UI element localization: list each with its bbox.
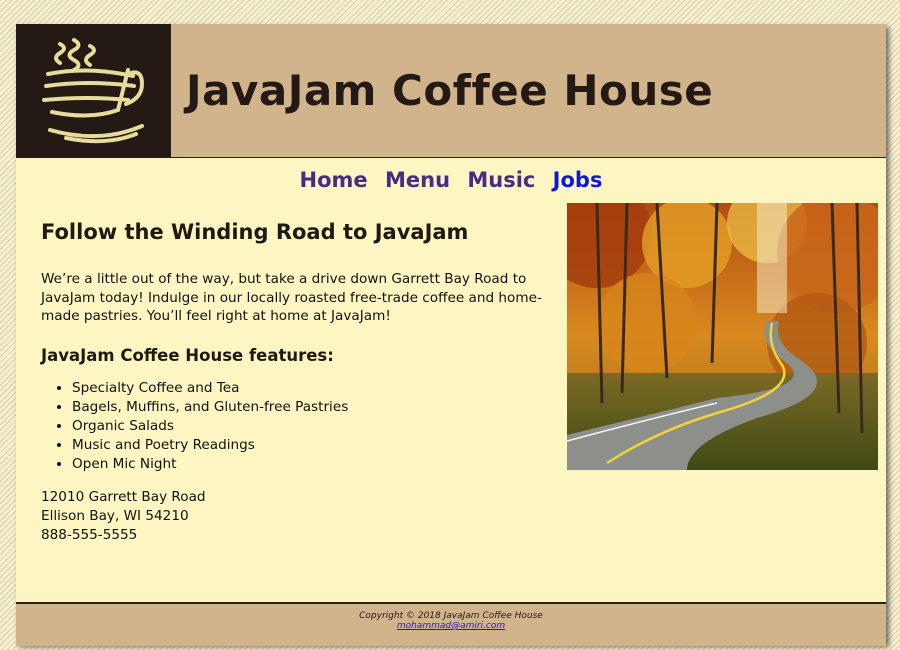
main-content: Follow the Winding Road to JavaJam We’re… bbox=[41, 220, 561, 545]
list-item: Music and Poetry Readings bbox=[72, 436, 561, 455]
list-item: Open Mic Night bbox=[72, 455, 561, 474]
intro-paragraph: We’re a little out of the way, but take … bbox=[41, 271, 542, 325]
page-heading: Follow the Winding Road to JavaJam bbox=[41, 220, 469, 244]
address-street: 12010 Garrett Bay Road bbox=[41, 488, 206, 505]
email-link[interactable]: mohammad@amiri.com bbox=[397, 621, 505, 631]
phone-number: 888-555-5555 bbox=[41, 526, 138, 543]
list-item: Bagels, Muffins, and Gluten-free Pastrie… bbox=[72, 398, 561, 417]
page-wrapper: JavaJam Coffee House Home Menu Music Job… bbox=[16, 24, 886, 646]
coffee-cup-icon bbox=[42, 38, 145, 144]
nav-jobs-link[interactable]: Jobs bbox=[553, 168, 603, 192]
address-block: 12010 Garrett Bay Road Ellison Bay, WI 5… bbox=[41, 488, 561, 545]
site-header: JavaJam Coffee House bbox=[16, 24, 886, 158]
address-city: Ellison Bay, WI 54210 bbox=[41, 507, 189, 524]
features-list: Specialty Coffee and Tea Bagels, Muffins… bbox=[41, 379, 561, 474]
site-footer: Copyright © 2018 JavaJam Coffee House mo… bbox=[16, 602, 886, 646]
nav-home-link[interactable]: Home bbox=[300, 168, 368, 192]
nav-menu-link[interactable]: Menu bbox=[385, 168, 450, 192]
list-item: Specialty Coffee and Tea bbox=[72, 379, 561, 398]
features-heading: JavaJam Coffee House features: bbox=[41, 345, 334, 365]
site-title: JavaJam Coffee House bbox=[186, 66, 714, 115]
winding-road-autumn-photo bbox=[567, 203, 878, 470]
coffee-cup-logo bbox=[16, 24, 171, 157]
copyright-text: Copyright © 2018 JavaJam Coffee House bbox=[359, 611, 543, 621]
nav-music-link[interactable]: Music bbox=[467, 168, 535, 192]
list-item: Organic Salads bbox=[72, 417, 561, 436]
main-nav: Home Menu Music Jobs bbox=[16, 168, 886, 192]
